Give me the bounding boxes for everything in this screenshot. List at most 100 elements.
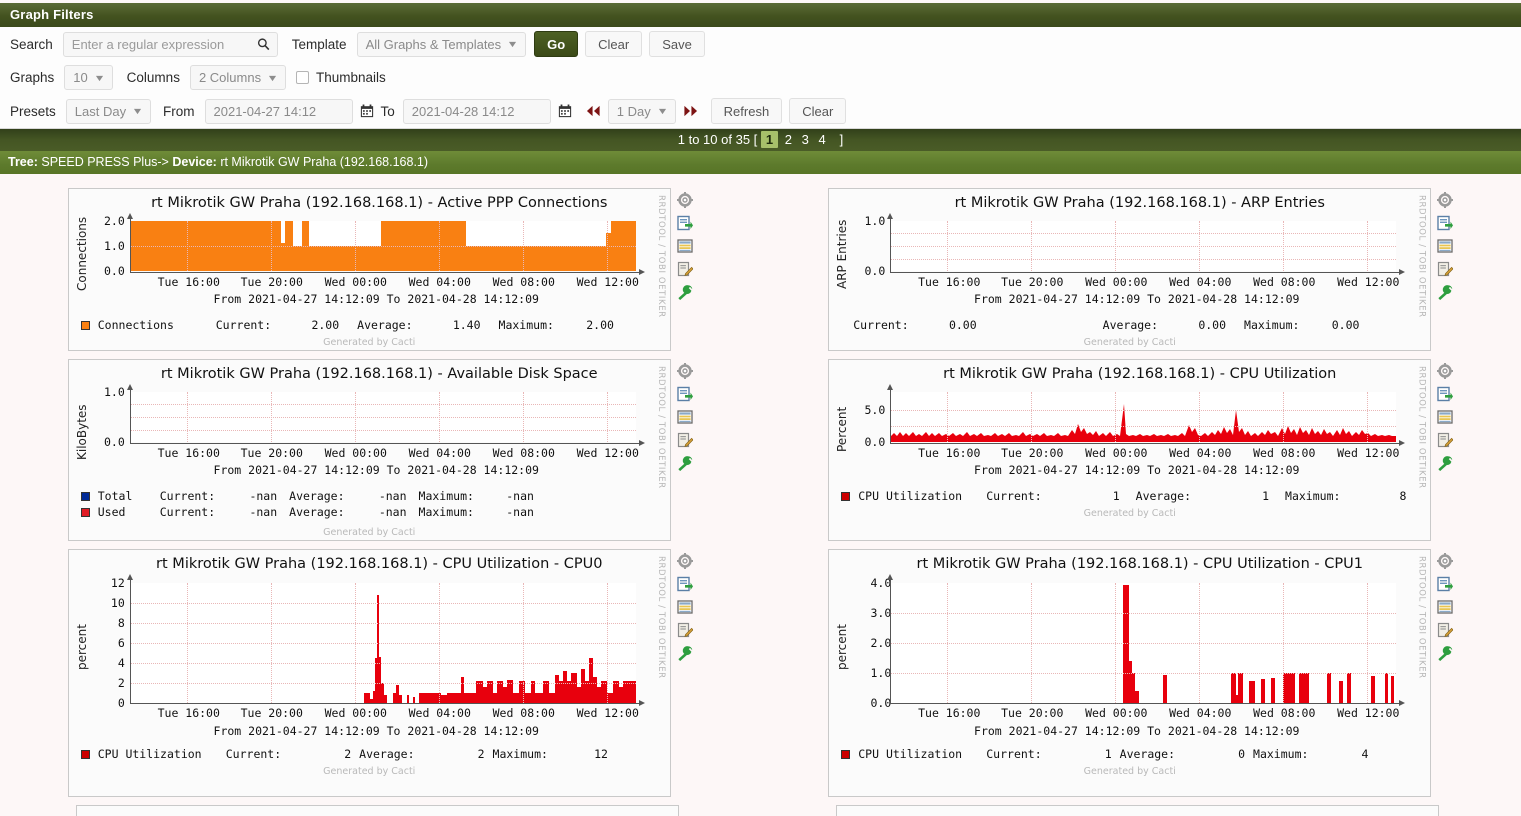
thumbnails-checkbox[interactable] <box>296 71 310 84</box>
graph-cell: rt Mikrotik GW Praha (192.168.168.1) - C… <box>0 541 761 797</box>
presets-select[interactable]: Last Day ▼ <box>65 98 152 124</box>
clear-presets-button[interactable]: Clear <box>789 98 847 124</box>
edit-icon[interactable] <box>1437 432 1454 448</box>
export-icon[interactable] <box>1437 215 1454 231</box>
export-icon[interactable] <box>677 386 693 402</box>
export-icon[interactable] <box>677 215 693 231</box>
graph-actions <box>671 549 693 661</box>
legend-name: CPU Utilization <box>858 747 963 761</box>
gear-icon[interactable] <box>1437 192 1454 208</box>
list-icon[interactable] <box>1437 599 1453 615</box>
graph-next-partial[interactable] <box>836 805 1440 816</box>
edit-icon[interactable] <box>677 622 693 638</box>
list-icon[interactable] <box>677 238 693 254</box>
go-button[interactable]: Go <box>534 31 579 57</box>
template-select[interactable]: All Graphs & Templates ▼ <box>356 31 527 57</box>
export-icon[interactable] <box>677 576 693 592</box>
thumbnails-label[interactable]: Thumbnails <box>316 70 386 85</box>
x-tick: Wed 00:00 <box>324 706 387 720</box>
legend-maximum-value: 2.00 <box>586 318 614 332</box>
x-tick: Wed 12:00 <box>576 706 639 720</box>
wrench-icon[interactable] <box>1437 455 1453 471</box>
graph-cpu0[interactable]: rt Mikrotik GW Praha (192.168.168.1) - C… <box>67 549 671 797</box>
edit-icon[interactable] <box>1437 622 1454 638</box>
wrench-icon[interactable] <box>1437 645 1453 661</box>
x-tick: Wed 08:00 <box>492 706 555 720</box>
wrench-icon[interactable] <box>677 284 693 300</box>
x-tick: Tue 16:00 <box>918 706 981 720</box>
generated-by-cacti: Generated by Cacti <box>323 337 416 348</box>
to-date-input[interactable]: 2021-04-28 14:12 <box>402 98 551 124</box>
calendar-icon[interactable] <box>551 104 579 118</box>
shift-forward-icon[interactable] <box>676 105 705 117</box>
shift-back-icon[interactable] <box>579 105 608 117</box>
graph-disk[interactable]: rt Mikrotik GW Praha (192.168.168.1) - A… <box>67 359 671 541</box>
legend-current-label: Current: <box>215 318 272 332</box>
graphs-count-select[interactable]: 10 ▼ <box>64 65 113 90</box>
gear-icon[interactable] <box>676 363 693 379</box>
clear-button[interactable]: Clear <box>585 31 643 57</box>
chevron-down-icon: ▼ <box>656 106 669 116</box>
x-tick: Tue 20:00 <box>240 275 303 289</box>
graph-title: rt Mikrotik GW Praha (192.168.168.1) - A… <box>160 366 598 382</box>
graph-ppp[interactable]: rt Mikrotik GW Praha (192.168.168.1) - A… <box>67 188 671 351</box>
x-tick: Wed 04:00 <box>1169 275 1232 289</box>
gear-icon[interactable] <box>1437 553 1454 569</box>
chevron-down-icon: ▼ <box>506 39 519 49</box>
wrench-icon[interactable] <box>677 645 693 661</box>
presets-label: Presets <box>10 103 56 119</box>
list-icon[interactable] <box>677 409 693 425</box>
graph-cpu1[interactable]: rt Mikrotik GW Praha (192.168.168.1) - C… <box>828 549 1432 797</box>
legend-swatch <box>841 491 851 501</box>
graph-actions <box>671 188 693 300</box>
graphs-label: Graphs <box>10 70 55 85</box>
legend-current-value: 1 <box>1112 489 1120 503</box>
gear-icon[interactable] <box>676 553 693 569</box>
x-tick: Wed 04:00 <box>408 706 471 720</box>
edit-icon[interactable] <box>1437 261 1454 277</box>
pagination-page-1[interactable]: 1 <box>760 131 779 148</box>
edit-icon[interactable] <box>677 432 693 448</box>
pagination-page-4[interactable]: 4 <box>816 132 829 147</box>
graph-cell-partial <box>0 797 761 816</box>
from-date-input[interactable]: 2021-04-27 14:12 <box>204 98 353 124</box>
y-tick: 3.0 <box>870 606 892 620</box>
edit-icon[interactable] <box>677 261 693 277</box>
save-button[interactable]: Save <box>649 31 705 57</box>
wrench-icon[interactable] <box>1437 284 1453 300</box>
plot-canvas <box>130 221 636 271</box>
x-tick: Wed 04:00 <box>408 446 471 460</box>
refresh-button[interactable]: Refresh <box>710 98 783 124</box>
tree-label: Tree: <box>8 155 38 169</box>
device-value[interactable]: rt Mikrotik GW Praha (192.168.168.1) <box>220 155 428 169</box>
x-tick: Wed 08:00 <box>1253 446 1316 460</box>
gear-icon[interactable] <box>676 192 693 208</box>
interval-select[interactable]: 1 Day ▼ <box>607 98 676 124</box>
tree-value[interactable]: SPEED PRESS Plus-> <box>41 155 168 169</box>
calendar-icon[interactable] <box>353 104 381 118</box>
graph-arp[interactable]: rt Mikrotik GW Praha (192.168.168.1) - A… <box>828 188 1432 351</box>
gear-icon[interactable] <box>1437 363 1454 379</box>
pagination-page-2[interactable]: 2 <box>782 132 795 147</box>
legend-average-label: Average: <box>289 505 345 519</box>
legend-current-label: Current: <box>159 505 216 519</box>
list-icon[interactable] <box>1437 238 1453 254</box>
graph-cpu[interactable]: rt Mikrotik GW Praha (192.168.168.1) - C… <box>828 359 1432 541</box>
graph-title: rt Mikrotik GW Praha (192.168.168.1) - A… <box>151 195 608 211</box>
y-tick: 10 <box>110 596 125 610</box>
export-icon[interactable] <box>1437 386 1454 402</box>
legend-maximum-label: Maximum: <box>1244 318 1300 332</box>
search-input[interactable]: Enter a regular expression <box>62 31 278 57</box>
list-icon[interactable] <box>677 599 693 615</box>
wrench-icon[interactable] <box>677 455 693 471</box>
graph-next-partial[interactable] <box>75 805 679 816</box>
x-tick: Tue 16:00 <box>918 446 981 460</box>
export-icon[interactable] <box>1437 576 1454 592</box>
graph-cell: rt Mikrotik GW Praha (192.168.168.1) - C… <box>761 351 1521 541</box>
legend-current-label: Current: <box>159 489 216 503</box>
list-icon[interactable] <box>1437 409 1453 425</box>
pagination-page-3[interactable]: 3 <box>799 132 812 147</box>
columns-select[interactable]: 2 Columns ▼ <box>189 65 287 90</box>
filter-row-presets: Presets Last Day ▼ From 2021-04-27 14:12… <box>0 94 1521 128</box>
from-label: From <box>163 103 195 119</box>
